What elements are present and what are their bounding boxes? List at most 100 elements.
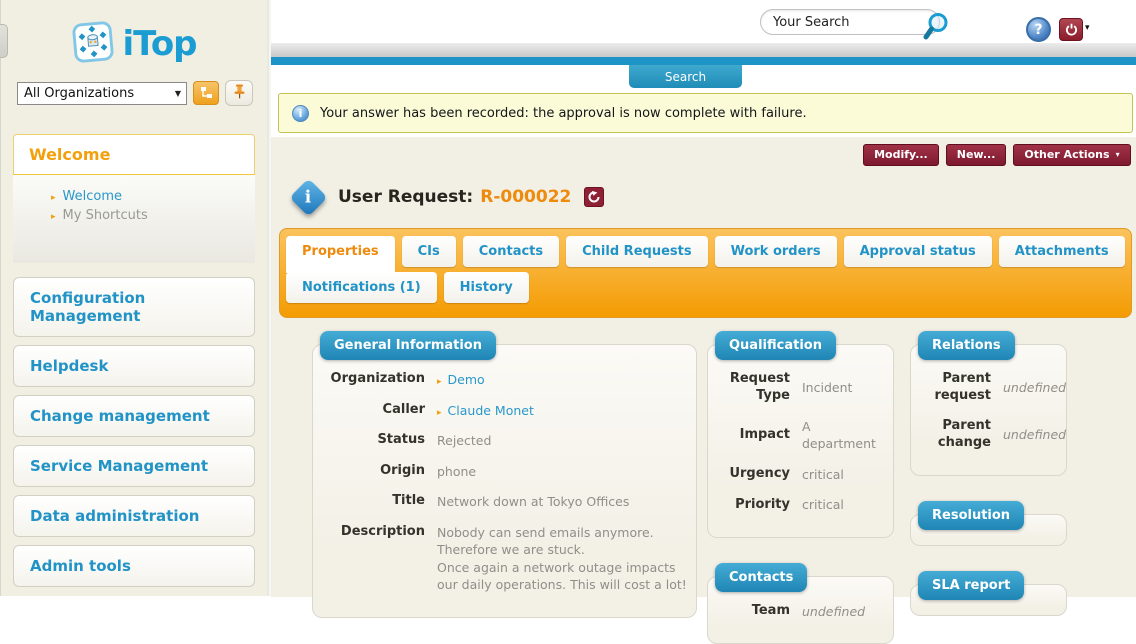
field-priority: Priority critical bbox=[716, 496, 885, 514]
search-button[interactable]: Search bbox=[629, 65, 742, 88]
general-information-header[interactable]: General Information bbox=[320, 331, 496, 360]
tab-attachments[interactable]: Attachments bbox=[999, 236, 1125, 267]
search-icon[interactable] bbox=[922, 11, 952, 45]
new-button[interactable]: New... bbox=[946, 144, 1007, 166]
app-window: iTop All Organizations ▼ bbox=[0, 0, 1136, 596]
general-information-panel: General Information Organization ▸Demo C… bbox=[312, 344, 697, 618]
field-label: Caller bbox=[321, 402, 437, 419]
caller-link[interactable]: ▸Claude Monet bbox=[437, 402, 688, 420]
field-value: undefined bbox=[1003, 426, 1066, 444]
other-actions-button[interactable]: Other Actions ▾ bbox=[1013, 144, 1130, 166]
contacts-panel: Contacts Team undefined bbox=[707, 576, 894, 644]
content-area: Modify... New... Other Actions ▾ i User … bbox=[271, 137, 1136, 597]
field-title: Title Network down at Tokyo Offices bbox=[321, 493, 688, 511]
sidebar-collapse-handle[interactable] bbox=[0, 24, 8, 58]
sidebar-section-admin-tools[interactable]: Admin tools bbox=[13, 545, 255, 587]
itop-logo-icon bbox=[71, 20, 115, 68]
sidebar: iTop All Organizations ▼ bbox=[1, 0, 267, 596]
sidebar-section-change-management[interactable]: Change management bbox=[13, 395, 255, 437]
field-label: Title bbox=[321, 493, 437, 510]
modify-button[interactable]: Modify... bbox=[863, 144, 939, 166]
field-organization: Organization ▸Demo bbox=[321, 371, 688, 389]
sidebar-section-welcome[interactable]: Welcome bbox=[13, 134, 255, 175]
organization-select-value: All Organizations bbox=[24, 86, 134, 101]
field-label: Description bbox=[321, 524, 437, 541]
field-label: Status bbox=[321, 432, 437, 449]
organization-select[interactable]: All Organizations ▼ bbox=[17, 82, 187, 105]
help-glyph: ? bbox=[1034, 22, 1042, 38]
column-qualification: Qualification Request Type Incident Impa… bbox=[707, 344, 894, 644]
field-value: Network down at Tokyo Offices bbox=[437, 493, 688, 511]
sidebar-section-helpdesk[interactable]: Helpdesk bbox=[13, 345, 255, 387]
caret-down-icon: ▾ bbox=[1116, 150, 1120, 159]
relations-header[interactable]: Relations bbox=[918, 331, 1015, 360]
logo: iTop bbox=[1, 20, 267, 68]
refresh-button[interactable] bbox=[584, 187, 604, 207]
select-arrow-icon: ▼ bbox=[170, 89, 181, 98]
header-blue-band bbox=[271, 57, 1136, 65]
hierarchy-icon bbox=[200, 84, 213, 103]
field-label: Organization bbox=[321, 371, 437, 388]
column-relations: Relations Parent request undefined Paren… bbox=[910, 344, 1067, 644]
field-parent-request: Parent request undefined bbox=[919, 371, 1058, 405]
field-request-type: Request Type Incident bbox=[716, 371, 885, 405]
field-label: Origin bbox=[321, 463, 437, 480]
field-label: Parent request bbox=[919, 371, 1003, 405]
field-value: Rejected bbox=[437, 432, 688, 450]
tab-bar: Properties CIs Contacts Child Requests W… bbox=[279, 228, 1132, 318]
hierarchy-button[interactable] bbox=[193, 81, 219, 105]
sidebar-collapse-strip bbox=[0, 0, 1, 596]
tabs-row-2: Notifications (1) History bbox=[286, 272, 1125, 303]
sidebar-item-my-shortcuts[interactable]: ▸ My Shortcuts bbox=[51, 208, 245, 223]
resolution-header[interactable]: Resolution bbox=[918, 501, 1024, 530]
banner-wrap: i Your answer has been recorded: the app… bbox=[271, 91, 1136, 137]
pin-menu-button[interactable] bbox=[225, 80, 253, 106]
sidebar-section-data-administration[interactable]: Data administration bbox=[13, 495, 255, 537]
field-impact: Impact A department bbox=[716, 418, 885, 453]
sidebar-section-service-management[interactable]: Service Management bbox=[13, 445, 255, 487]
resolution-panel: Resolution bbox=[910, 514, 1067, 546]
help-icon[interactable]: ? bbox=[1026, 17, 1051, 42]
modify-button-label: Modify... bbox=[874, 148, 928, 161]
field-value: Incident bbox=[802, 379, 885, 397]
field-value: Nobody can send emails anymore. Therefor… bbox=[437, 524, 688, 594]
field-label: Parent change bbox=[919, 418, 1003, 452]
sla-report-header[interactable]: SLA report bbox=[918, 571, 1024, 600]
search-input[interactable] bbox=[760, 9, 940, 35]
tab-child-requests[interactable]: Child Requests bbox=[566, 236, 707, 267]
sidebar-item-welcome[interactable]: ▸ Welcome bbox=[51, 189, 245, 204]
sidebar-item-label: My Shortcuts bbox=[63, 208, 148, 223]
info-banner: i Your answer has been recorded: the app… bbox=[278, 93, 1133, 133]
qualification-header[interactable]: Qualification bbox=[715, 331, 836, 360]
tab-cis[interactable]: CIs bbox=[402, 236, 456, 267]
field-value[interactable]: Claude Monet bbox=[448, 403, 534, 418]
contacts-header[interactable]: Contacts bbox=[715, 563, 807, 592]
field-value: A department bbox=[802, 418, 885, 453]
tab-history[interactable]: History bbox=[444, 272, 529, 303]
field-value: critical bbox=[802, 466, 885, 484]
top-bar: ? ▾ bbox=[271, 0, 1136, 43]
field-origin: Origin phone bbox=[321, 463, 688, 481]
sidebar-item-label: Welcome bbox=[63, 189, 122, 204]
organization-link[interactable]: ▸Demo bbox=[437, 371, 688, 389]
field-value: undefined bbox=[802, 603, 885, 621]
logout-icon[interactable] bbox=[1059, 18, 1083, 41]
sidebar-welcome-section: Welcome ▸ Welcome ▸ My Shortcuts bbox=[13, 134, 255, 263]
logout-caret-icon[interactable]: ▾ bbox=[1085, 23, 1090, 33]
tab-notifications[interactable]: Notifications (1) bbox=[286, 272, 437, 303]
main-area: ? ▾ Search i Your answer has been record… bbox=[271, 0, 1136, 596]
field-label: Team bbox=[716, 603, 802, 620]
tab-contacts[interactable]: Contacts bbox=[463, 236, 559, 267]
tab-approval-status[interactable]: Approval status bbox=[844, 236, 992, 267]
info-icon: i bbox=[292, 105, 309, 122]
field-value[interactable]: Demo bbox=[448, 372, 485, 387]
field-parent-change: Parent change undefined bbox=[919, 418, 1058, 452]
field-value: critical bbox=[802, 496, 885, 514]
other-actions-label: Other Actions bbox=[1024, 148, 1109, 161]
tab-properties[interactable]: Properties bbox=[286, 236, 395, 273]
sidebar-section-configuration-management[interactable]: Configuration Management bbox=[13, 277, 255, 337]
welcome-submenu: ▸ Welcome ▸ My Shortcuts bbox=[13, 174, 255, 263]
tab-work-orders[interactable]: Work orders bbox=[715, 236, 837, 267]
column-general: General Information Organization ▸Demo C… bbox=[312, 344, 697, 644]
object-info-icon: i bbox=[289, 178, 327, 216]
